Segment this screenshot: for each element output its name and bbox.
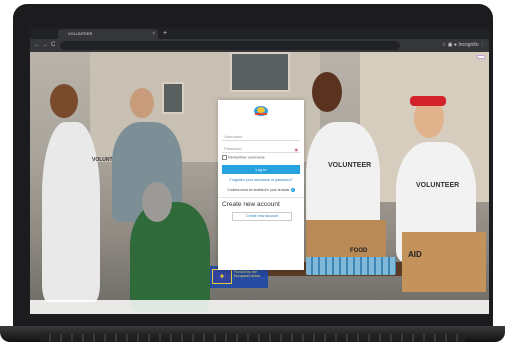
volunteer-left [42,122,100,302]
login-card: Username Password ◉ Remember username Lo… [218,100,304,270]
site-logo-icon [254,106,268,116]
menu-icon[interactable]: ⋮ [480,42,485,48]
person-wheelchair [130,202,210,312]
incognito-icon[interactable]: ● [454,42,457,48]
username-field[interactable]: Username [222,133,300,141]
new-tab-button[interactable]: + [163,28,167,39]
shirt-label: VOLUNTEER [416,182,460,189]
building-window [230,52,290,92]
tab-close-icon[interactable]: × [152,29,155,39]
eu-flag-icon: ✦ [212,269,232,284]
forgot-password-link[interactable]: Forgotten your username or password? [222,178,300,182]
remember-label: Remember username [228,155,265,160]
info-icon[interactable]: ? [290,188,295,193]
create-account-button[interactable]: Create new account [232,212,292,221]
remember-username[interactable]: Remember username [222,155,265,160]
volunteer-head [50,84,78,118]
cookie-notice: Cookies must be enabled in your browser? [222,188,300,193]
password-field[interactable]: Password ◉ [222,145,300,153]
divider [218,197,304,198]
show-password-icon[interactable]: ◉ [295,146,299,154]
browser-tab-bar: VOLUNTEER × + [30,28,489,44]
box-label: FOOD [350,248,368,254]
password-placeholder: Password [224,146,242,151]
incognito-label: Incognito [458,42,479,48]
shirt-label: VOLUNTEER [328,162,372,169]
laptop-screen: VOLUNTEER × + ← → C ☆ ▣ ● Incognito ⋮ VO… [30,28,489,314]
browser-tab[interactable]: VOLUNTEER × [58,29,158,39]
remember-checkbox[interactable] [222,155,227,160]
cookie-notice-text: Cookies must be enabled in your browser [227,188,290,192]
volunteer-head [312,72,342,112]
back-icon[interactable]: ← [34,39,40,52]
water-bottles [306,257,396,275]
volunteer-head [130,88,154,118]
eu-funding-text: Funded by the European Union [234,270,260,279]
laptop-frame: VOLUNTEER × + ← → C ☆ ▣ ● Incognito ⋮ VO… [0,0,505,342]
box-label: AID [408,250,422,259]
page-footer [30,300,489,314]
language-button[interactable] [477,55,485,59]
reload-icon[interactable]: C [51,39,55,52]
create-account-title: Create new account [222,201,280,208]
cardboard-box [402,232,486,292]
browser-toolbar: ← → C ☆ ▣ ● Incognito ⋮ [30,39,489,52]
red-bandana [410,96,446,106]
building-window [162,82,184,114]
forward-icon[interactable]: → [42,39,48,52]
star-icon[interactable]: ☆ [442,42,446,48]
address-bar[interactable] [60,41,400,50]
laptop-keyboard [40,334,465,342]
person-head [142,182,172,222]
toolbar-icons: ☆ ▣ ● Incognito ⋮ [442,39,485,52]
extensions-icon[interactable]: ▣ [448,42,453,48]
login-button[interactable]: Log in [222,165,300,174]
tab-title: VOLUNTEER [68,31,93,36]
